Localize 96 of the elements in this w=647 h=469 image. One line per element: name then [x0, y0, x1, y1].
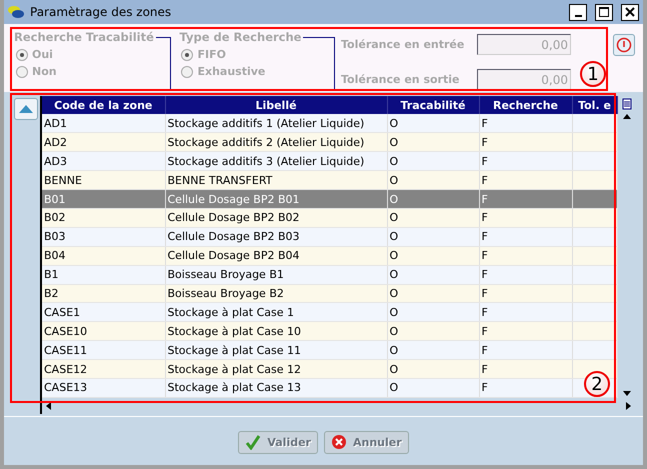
table-cell: Cellule Dosage BP2 B04 — [165, 246, 387, 266]
scroll-left-icon[interactable] — [46, 402, 51, 410]
table-cell: CASE11 — [42, 340, 165, 360]
minimize-button[interactable] — [569, 4, 587, 20]
table-cell: F — [479, 227, 572, 246]
check-icon — [245, 434, 262, 450]
table-cell: O — [387, 170, 479, 190]
table-cell: Boisseau Broyage B2 — [165, 284, 387, 303]
table-cell: O — [387, 246, 479, 266]
group-title: Type de Recherche — [178, 30, 302, 44]
table-cell: CASE10 — [42, 322, 165, 341]
table-cell: Stockage additifs 3 (Atelier Liquide) — [165, 152, 387, 171]
table-cell: B1 — [42, 265, 165, 284]
table-cell: O — [387, 284, 479, 303]
table-cell: O — [387, 152, 479, 171]
column-header[interactable]: Code de la zone — [42, 96, 165, 114]
radio-dot-icon — [20, 52, 24, 56]
scroll-right-icon[interactable] — [626, 402, 631, 410]
table-cell: Boisseau Broyage B1 — [165, 265, 387, 284]
maximize-button[interactable] — [595, 4, 613, 20]
table-cell: Cellule Dosage BP2 B03 — [165, 227, 387, 246]
table-cell: F — [479, 322, 572, 341]
cancel-icon — [330, 434, 347, 450]
radio-option[interactable]: Non — [16, 63, 170, 80]
table-cell: F — [479, 114, 572, 133]
column-chooser-icon[interactable] — [622, 98, 632, 110]
table-cell: Stockage additifs 1 (Atelier Liquide) — [165, 114, 387, 133]
table-cell: F — [479, 360, 572, 378]
close-button[interactable] — [621, 4, 639, 20]
table-cell: O — [387, 208, 479, 228]
table-cell: F — [479, 378, 572, 398]
table-cell: O — [387, 378, 479, 398]
column-header[interactable]: Tol. e — [572, 96, 617, 114]
maximize-icon — [599, 7, 609, 17]
table-cell: AD2 — [42, 132, 165, 152]
table-cell — [572, 114, 617, 133]
window-title: Paramètrage des zones — [30, 5, 172, 19]
table-cell: O — [387, 114, 479, 133]
table-cell: F — [479, 340, 572, 360]
table-cell: Stockage à plat Case 1 — [165, 302, 387, 322]
table-cell: Stockage à plat Case 10 — [165, 322, 387, 341]
tolerance-field[interactable]: 0,00 — [477, 69, 571, 90]
column-header[interactable]: Libellé — [165, 96, 387, 114]
table-cell: F — [479, 152, 572, 171]
close-icon — [625, 7, 635, 17]
table-cell: B01 — [42, 190, 165, 208]
table-cell: F — [479, 265, 572, 284]
table-cell: B02 — [42, 208, 165, 228]
column-header[interactable]: Tracabilité — [387, 96, 479, 114]
table-cell: O — [387, 132, 479, 152]
table-cell: O — [387, 360, 479, 378]
table-cell: O — [387, 227, 479, 246]
table-cell: O — [387, 265, 479, 284]
column-header[interactable]: Recherche — [479, 96, 572, 114]
table-cell: O — [387, 322, 479, 341]
radio-option[interactable]: Exhaustive — [181, 63, 334, 80]
table-cell: Cellule Dosage BP2 B01 — [165, 190, 387, 208]
app-icon — [8, 6, 24, 18]
radio-option[interactable]: Oui — [16, 46, 170, 63]
group-title: Recherche Tracabilité — [13, 30, 155, 44]
table-cell: B03 — [42, 227, 165, 246]
table-cell: AD3 — [42, 152, 165, 171]
table-cell: Stockage à plat Case 13 — [165, 378, 387, 398]
table-cell: Stockage additifs 2 (Atelier Liquide) — [165, 132, 387, 152]
table-cell: F — [479, 190, 572, 208]
table-cell: CASE1 — [42, 302, 165, 322]
table-cell: AD1 — [42, 114, 165, 133]
table-cell: F — [479, 170, 572, 190]
table-cell: O — [387, 302, 479, 322]
alert-button[interactable] — [613, 34, 635, 56]
table-cell: Cellule Dosage BP2 B02 — [165, 208, 387, 228]
table-cell: F — [479, 246, 572, 266]
table-cell: CASE13 — [42, 378, 165, 398]
table-cell: O — [387, 340, 479, 360]
table-cell: F — [479, 132, 572, 152]
scroll-up-icon[interactable] — [622, 114, 630, 119]
radio-option[interactable]: FIFO — [181, 46, 334, 63]
table-cell: B2 — [42, 284, 165, 303]
table-cell: BENNE — [42, 170, 165, 190]
table-cell: CASE12 — [42, 360, 165, 378]
table-cell: Stockage à plat Case 11 — [165, 340, 387, 360]
table-cell: Stockage à plat Case 12 — [165, 360, 387, 378]
minimize-icon — [574, 14, 582, 16]
triangle-up-icon — [19, 105, 33, 113]
scroll-top-button[interactable] — [14, 98, 38, 120]
table-cell: O — [387, 190, 479, 208]
tolerance-label: Tolérance en sortie — [341, 73, 460, 86]
table-cell: B04 — [42, 246, 165, 266]
table-cell: BENNE TRANSFERT — [165, 170, 387, 190]
tolerance-label: Tolérance en entrée — [341, 38, 466, 51]
table-cell: F — [479, 302, 572, 322]
tolerance-field[interactable]: 0,00 — [477, 34, 571, 55]
radio-dot-icon — [185, 52, 190, 56]
alert-icon — [616, 37, 632, 53]
table-cell: F — [479, 284, 572, 303]
table-cell: F — [479, 208, 572, 228]
